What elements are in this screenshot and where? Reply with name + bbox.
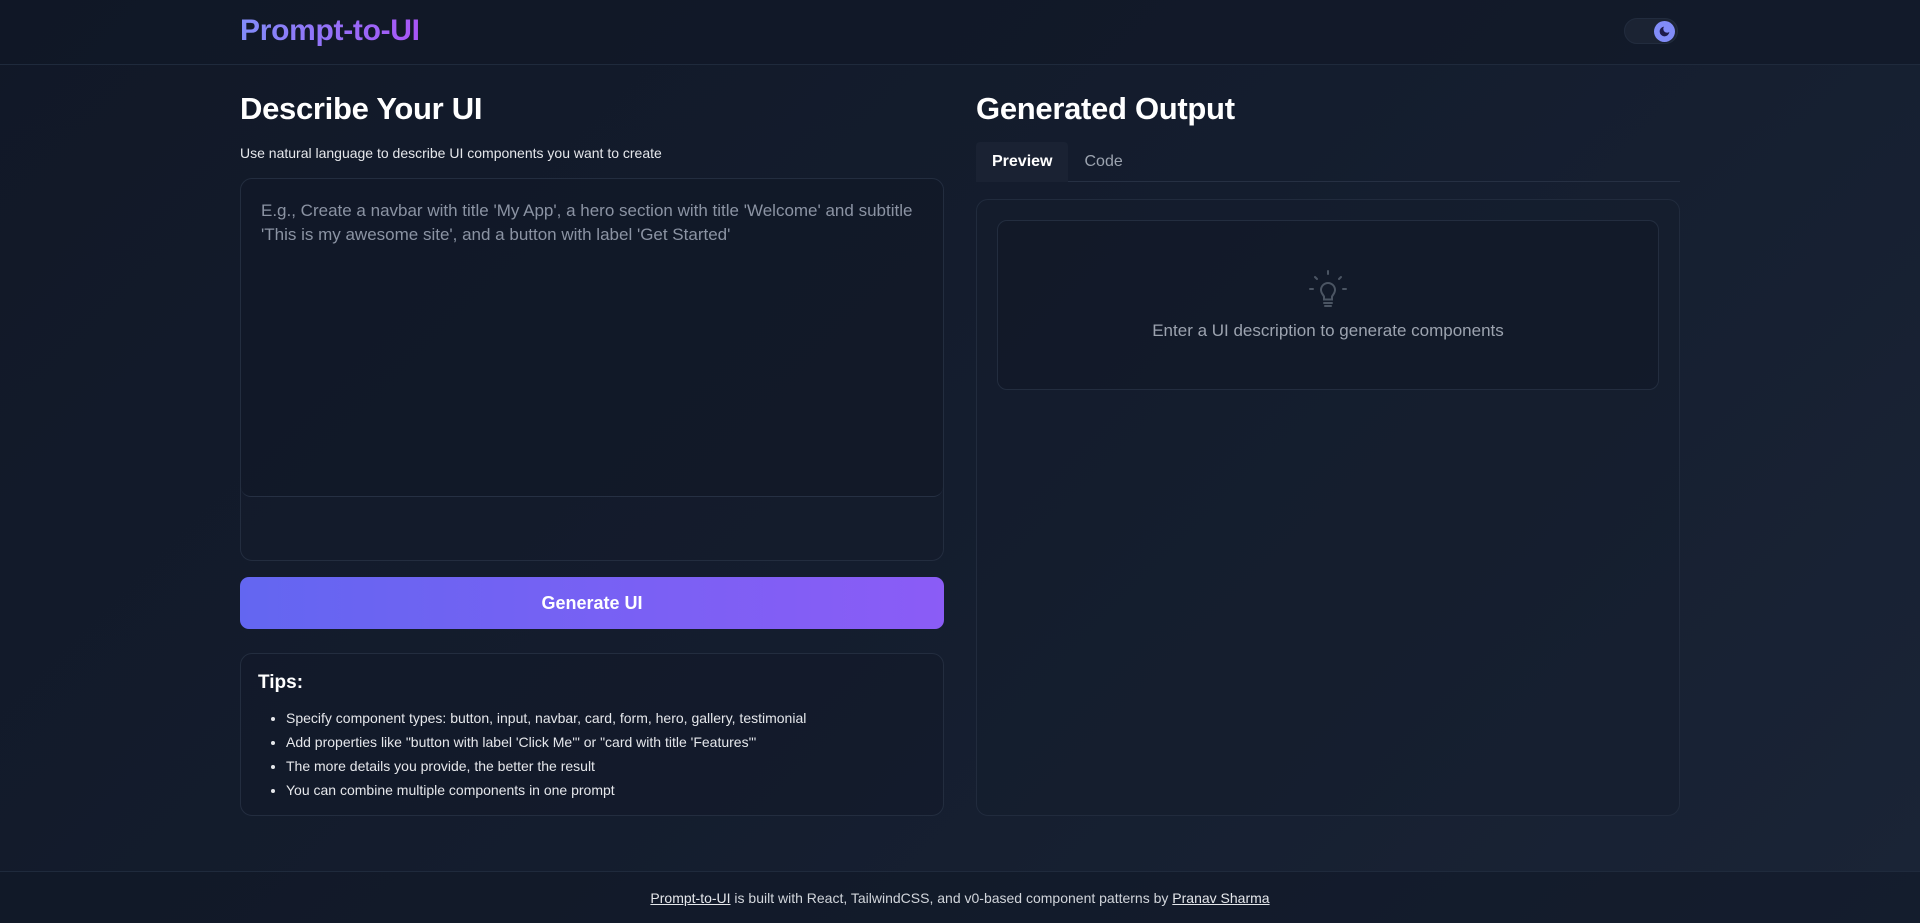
prompt-card xyxy=(240,178,944,561)
footer-text: Prompt-to-UI is built with React, Tailwi… xyxy=(650,890,1269,906)
project-link[interactable]: Prompt-to-UI xyxy=(650,890,730,906)
tab-code[interactable]: Code xyxy=(1068,142,1138,182)
tab-preview[interactable]: Preview xyxy=(976,142,1069,182)
tip-item: The more details you provide, the better… xyxy=(286,754,926,778)
tips-card: Tips: Specify component types: button, i… xyxy=(240,653,944,816)
tip-item: Specify component types: button, input, … xyxy=(286,706,926,730)
top-navbar: Prompt-to-UI xyxy=(0,0,1920,65)
input-panel-title: Describe Your UI xyxy=(240,91,483,126)
moon-icon xyxy=(1659,26,1670,37)
input-panel-subtitle: Use natural language to describe UI comp… xyxy=(240,145,662,161)
prompt-textarea[interactable] xyxy=(241,179,943,497)
theme-toggle[interactable] xyxy=(1624,18,1678,44)
footer: Prompt-to-UI is built with React, Tailwi… xyxy=(0,871,1920,923)
output-tabs: Preview Code xyxy=(976,142,1680,182)
empty-state: Enter a UI description to generate compo… xyxy=(997,220,1659,390)
brand-logo-text[interactable]: Prompt-to-UI xyxy=(240,14,420,48)
preview-area: Enter a UI description to generate compo… xyxy=(976,199,1680,816)
input-panel: Describe Your UI Use natural language to… xyxy=(240,65,944,816)
tips-list: Specify component types: button, input, … xyxy=(258,706,926,802)
tip-item: You can combine multiple components in o… xyxy=(286,778,926,802)
output-panel-title: Generated Output xyxy=(976,91,1235,126)
empty-state-message: Enter a UI description to generate compo… xyxy=(1152,321,1504,340)
output-panel: Generated Output Preview Code Enter a UI… xyxy=(976,65,1680,816)
generate-ui-button[interactable]: Generate UI xyxy=(240,577,944,629)
tips-title: Tips: xyxy=(258,672,304,693)
theme-toggle-knob xyxy=(1654,21,1675,42)
lightbulb-icon xyxy=(1309,270,1347,307)
footer-middle-text: is built with React, TailwindCSS, and v0… xyxy=(730,889,1173,906)
tip-item: Add properties like "button with label '… xyxy=(286,730,926,754)
author-link[interactable]: Pranav Sharma xyxy=(1172,890,1269,906)
